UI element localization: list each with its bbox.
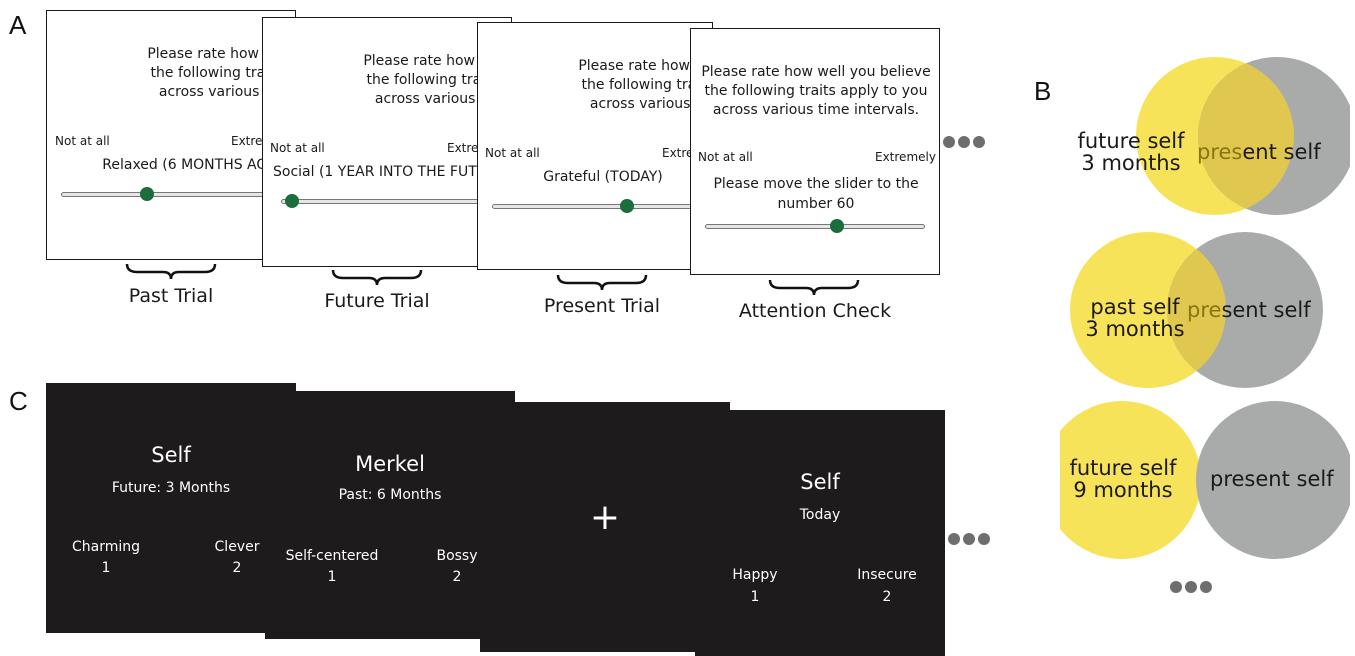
target-label: Merkel bbox=[355, 452, 425, 476]
fixation-cross: + bbox=[589, 497, 621, 538]
survey-prompt: Please rate how well you believe the fol… bbox=[701, 64, 931, 118]
target-label: Self bbox=[800, 470, 840, 494]
brace-icon bbox=[556, 274, 648, 291]
brace-icon bbox=[768, 279, 860, 296]
scale-low-label: Not at all bbox=[485, 146, 540, 160]
slider-handle[interactable] bbox=[284, 194, 299, 208]
trial-label-attention: Attention Check bbox=[738, 300, 892, 322]
right-self-label: present self bbox=[1210, 468, 1334, 490]
right-self-label: present self bbox=[1197, 141, 1321, 163]
trait-item: Relaxed (6 MONTHS AGO) bbox=[102, 157, 284, 173]
scale-low-label: Not at all bbox=[55, 134, 110, 148]
trait-option-1: Happy bbox=[732, 567, 778, 583]
right-label-overlap: pre bbox=[1187, 298, 1222, 322]
key-1: 1 bbox=[101, 560, 111, 576]
slider-handle[interactable] bbox=[830, 219, 844, 233]
time-label: Past: 6 Months bbox=[338, 487, 442, 503]
task-screen-self-today: Self Today Happy 1 Insecure 2 bbox=[695, 410, 945, 656]
ellipsis-icon bbox=[948, 530, 993, 549]
right-label-overlap: pres bbox=[1197, 140, 1243, 164]
time-label: Future: 3 Months bbox=[111, 480, 231, 496]
left-self-label: future self 9 months bbox=[1069, 456, 1177, 502]
panel-letter-c: C bbox=[9, 386, 28, 416]
trait-item: Please move the slider to the number 60 bbox=[713, 176, 919, 212]
brace-icon bbox=[125, 263, 217, 280]
slider-handle[interactable] bbox=[139, 187, 154, 201]
survey-card-present: Please rate how well you believe the fol… bbox=[477, 22, 713, 270]
scale-high-label: Extremely bbox=[875, 150, 936, 164]
key-1: 1 bbox=[327, 569, 337, 585]
trial-label-past: Past Trial bbox=[128, 285, 214, 307]
trial-label-present: Present Trial bbox=[543, 295, 661, 317]
survey-card-future: Please rate how well you believe the fol… bbox=[262, 17, 512, 267]
trait-option-1: Self-centered bbox=[285, 548, 379, 564]
key-2: 2 bbox=[882, 589, 892, 605]
target-label: Self bbox=[151, 443, 191, 467]
right-label-rest: sent self bbox=[1221, 298, 1311, 322]
task-screen-fixation: + bbox=[480, 402, 730, 652]
trait-option-1: Charming bbox=[71, 539, 141, 555]
trial-label-future: Future Trial bbox=[324, 290, 430, 312]
left-self-label: past self 3 months bbox=[1085, 295, 1185, 341]
brace-icon bbox=[331, 269, 423, 286]
task-screen-self-future: Self Future: 3 Months Charming 1 Clever … bbox=[46, 383, 296, 633]
task-screen-merkel-past: Merkel Past: 6 Months Self-centered 1 Bo… bbox=[265, 391, 515, 639]
survey-prompt: Please rate how well you believe the fol… bbox=[363, 53, 511, 107]
time-label: Today bbox=[799, 507, 841, 523]
survey-prompt: Please rate how well you believe the fol… bbox=[578, 58, 712, 112]
left-self-label: future self 3 months bbox=[1077, 129, 1185, 175]
right-label-rest: ent self bbox=[1242, 140, 1321, 164]
slider-track[interactable] bbox=[492, 204, 712, 209]
right-self-label: present self bbox=[1187, 299, 1311, 321]
trait-option-2: Insecure bbox=[857, 567, 917, 583]
ellipsis-icon bbox=[1170, 578, 1215, 597]
survey-card-attention: Please rate how well you believe the fol… bbox=[690, 28, 940, 275]
slider-track[interactable] bbox=[61, 192, 295, 197]
survey-card-past: Please rate how well you believe the fol… bbox=[46, 10, 296, 260]
panel-letter-b: B bbox=[1034, 76, 1052, 106]
right-label-rest: present self bbox=[1210, 467, 1334, 491]
key-1: 1 bbox=[750, 589, 760, 605]
panel-letter-a: A bbox=[9, 10, 27, 40]
survey-prompt: Please rate how well you believe the fol… bbox=[147, 46, 295, 100]
scale-low-label: Not at all bbox=[270, 141, 325, 155]
trait-item: Grateful (TODAY) bbox=[543, 169, 663, 185]
scale-low-label: Not at all bbox=[698, 150, 753, 164]
ellipsis-icon bbox=[943, 133, 988, 152]
slider-track[interactable] bbox=[705, 224, 925, 229]
slider-handle[interactable] bbox=[619, 199, 634, 213]
trait-item: Social (1 YEAR INTO THE FUTURE) bbox=[273, 164, 512, 180]
